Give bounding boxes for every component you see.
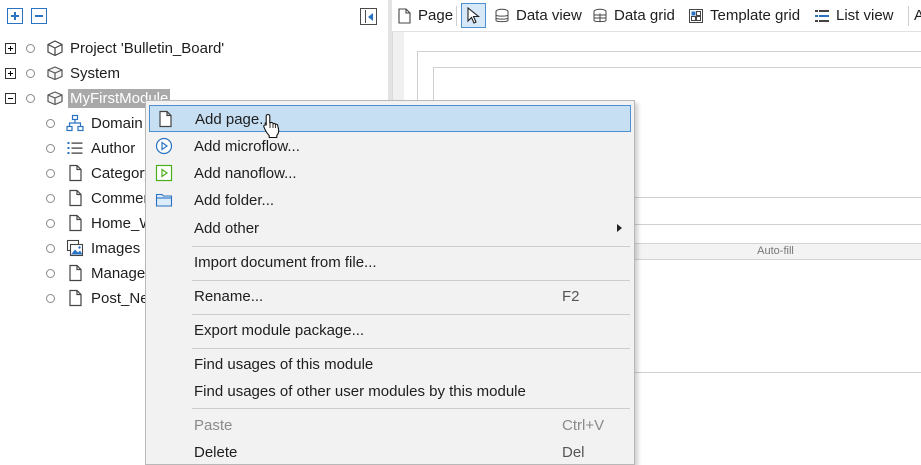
nanoflow-icon (155, 164, 173, 182)
toolbar-label: Data grid (614, 7, 675, 24)
studio-window: Project 'Bulletin_Board' System MyFirstM… (0, 0, 921, 465)
menu-item-label: Rename... (194, 288, 264, 305)
status-dot (46, 244, 55, 253)
hand-cursor-icon (263, 113, 280, 139)
module-icon (47, 66, 63, 81)
menu-item-label: Paste (194, 417, 233, 434)
collapse-panel-button[interactable] (360, 8, 377, 25)
toolbar-label: Data view (516, 7, 582, 24)
tree-item-label: Author (91, 140, 136, 157)
menu-item-label: Find usages of other user modules by thi… (194, 383, 526, 400)
list-view-icon (815, 10, 829, 22)
tree-item-label: Category (91, 165, 152, 182)
data-view-icon (495, 8, 509, 23)
tree-item-label: System (70, 65, 121, 82)
expand-icon[interactable] (5, 43, 16, 54)
project-cube-icon (47, 40, 63, 57)
status-dot (26, 44, 35, 53)
page-icon (69, 189, 82, 207)
menu-item-label: Add folder... (194, 192, 275, 209)
menu-item-label: Add other (194, 220, 260, 237)
toolbar-label: A (914, 7, 921, 24)
image-collection-icon (66, 239, 84, 257)
page-icon (398, 8, 411, 24)
menu-item-add-microflow[interactable]: Add microflow... (149, 133, 631, 160)
expand-all-button[interactable] (7, 8, 23, 24)
toolbar-label: Page (418, 7, 454, 24)
menu-separator (192, 408, 630, 409)
menu-item-label: Add microflow... (194, 138, 300, 155)
status-dot (46, 294, 55, 303)
menu-item-rename[interactable]: Rename... F2 (149, 283, 631, 310)
tree-item-label: Manage (91, 265, 146, 282)
context-menu: Add page... Add microflow... Add nanoflo… (145, 100, 635, 465)
domain-model-icon (66, 114, 84, 132)
menu-item-label: Delete (194, 444, 238, 461)
explorer-toolbar (0, 0, 388, 32)
menu-item-export-module[interactable]: Export module package... (149, 317, 631, 344)
page-icon (69, 289, 82, 307)
status-dot (46, 169, 55, 178)
tree-item-project[interactable]: Project 'Bulletin_Board' (0, 36, 388, 61)
toolbar-separator (908, 6, 909, 26)
page-icon (69, 214, 82, 232)
menu-separator (192, 314, 630, 315)
collapse-all-button[interactable] (31, 8, 47, 24)
autofill-bar: Auto-fill (630, 243, 921, 260)
menu-item-add-nanoflow[interactable]: Add nanoflow... (149, 160, 631, 187)
pointer-icon (467, 7, 481, 24)
page-icon (69, 164, 82, 182)
toolbar-separator (456, 6, 457, 26)
submenu-arrow-icon (617, 224, 622, 232)
list-icon (67, 142, 83, 154)
menu-item-label: Import document from file... (194, 254, 377, 271)
menu-item-label: Export module package... (194, 322, 365, 339)
menu-separator (192, 246, 630, 247)
tree-item-label: Project 'Bulletin_Board' (70, 40, 225, 57)
status-dot (46, 219, 55, 228)
menu-item-shortcut: Ctrl+V (562, 417, 605, 434)
page-icon (69, 264, 82, 282)
menu-separator (192, 280, 630, 281)
menu-item-shortcut: Del (562, 444, 585, 461)
menu-item-shortcut: F2 (562, 288, 580, 305)
microflow-icon (155, 137, 173, 155)
menu-item-find-usages-other[interactable]: Find usages of other user modules by thi… (149, 378, 631, 405)
status-dot (46, 119, 55, 128)
status-dot (46, 194, 55, 203)
menu-item-label: Find usages of this module (194, 356, 374, 373)
data-grid-icon (593, 8, 607, 23)
expand-icon[interactable] (5, 68, 16, 79)
widget-toolbar-items: Data view Data grid Template grid List v… (492, 0, 921, 32)
menu-item-label: Add page... (195, 111, 272, 128)
menu-item-find-usages-module[interactable]: Find usages of this module (149, 351, 631, 378)
module-icon (47, 91, 63, 106)
status-dot (26, 94, 35, 103)
toolbar-label: List view (836, 7, 894, 24)
page-icon (159, 110, 172, 128)
menu-item-import-document[interactable]: Import document from file... (149, 249, 631, 276)
menu-item-label: Add nanoflow... (194, 165, 297, 182)
menu-item-add-other[interactable]: Add other (149, 215, 631, 242)
collapse-icon[interactable] (5, 93, 16, 104)
tree-item-label: Domain (91, 115, 143, 132)
status-dot (26, 69, 35, 78)
status-dot (46, 269, 55, 278)
menu-item-add-folder[interactable]: Add folder... (149, 187, 631, 214)
menu-separator (192, 348, 630, 349)
menu-item-paste[interactable]: Paste Ctrl+V (149, 412, 631, 439)
pointer-tool-button[interactable] (461, 3, 486, 28)
template-grid-icon (689, 9, 703, 23)
status-dot (46, 144, 55, 153)
tree-item-label: Images (91, 240, 141, 257)
menu-item-add-page[interactable]: Add page... (149, 105, 631, 132)
tree-item-system[interactable]: System (0, 61, 388, 86)
menu-item-delete[interactable]: Delete Del (149, 439, 631, 465)
folder-icon (155, 193, 173, 207)
tree-item-label: Commer (91, 190, 149, 207)
toolbar-label: Template grid (710, 7, 801, 24)
